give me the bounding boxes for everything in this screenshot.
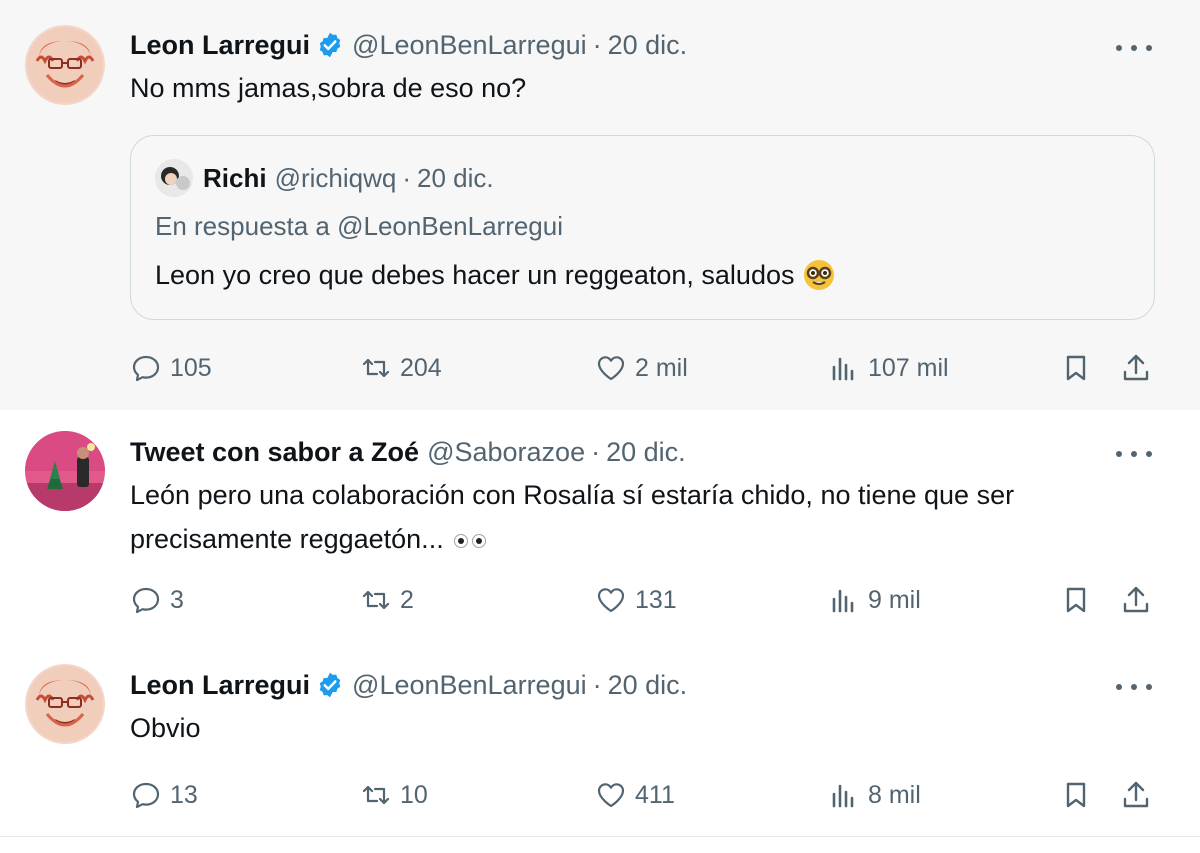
reply-button[interactable]: 105 [130,348,212,388]
separator-dot: · [402,162,412,193]
reply-button[interactable]: 13 [130,775,198,815]
views-button[interactable]: 9 mil [828,580,921,620]
retweet-icon [362,358,390,378]
separator-dot: · [592,670,602,700]
nerd-face-emoji-icon [802,258,836,292]
divider [0,836,1200,837]
like-count: 411 [635,780,675,809]
retweet-icon [362,785,390,805]
tweet-header: Leon Larregui @LeonBenLarregui · 20 dic. [130,668,1140,702]
heart-icon [597,783,625,808]
quoted-author-handle[interactable]: @richiqwq [275,163,397,194]
share-button[interactable] [1120,348,1152,388]
quoted-tweet-text-row: Leon yo creo que debes hacer un reggeato… [155,258,836,292]
author-handle[interactable]: @LeonBenLarregui [352,668,587,702]
like-count: 2 mil [635,353,688,382]
retweet-icon [362,590,390,610]
tweet[interactable]: Leon Larregui @LeonBenLarregui · 20 dic.… [0,638,1200,838]
author-handle[interactable]: @Saborazoe [427,435,585,469]
views-button[interactable]: 8 mil [828,775,921,815]
author-name[interactable]: Tweet con sabor a Zoé [130,435,419,469]
like-button[interactable]: 2 mil [595,348,688,388]
quoted-tweet-text: Leon yo creo que debes hacer un reggeato… [155,259,795,290]
tweet-text-line: precisamente reggaetón... [130,524,444,554]
share-button[interactable] [1120,775,1152,815]
bookmark-icon [1066,355,1086,381]
tweet-text-line: León pero una colaboración con Rosalía s… [130,480,1015,510]
view-count: 8 mil [868,780,921,809]
tweet-text: León pero una colaboración con Rosalía s… [130,473,1140,561]
bookmark-button[interactable] [1060,580,1092,620]
quoted-tweet[interactable]: Richi @richiqwq · 20 dic. En respuesta a… [130,135,1155,320]
more-options-button[interactable] [1116,444,1152,464]
avatar[interactable] [25,664,105,744]
tweet[interactable]: Tweet con sabor a Zoé @Saborazoe · 20 di… [0,410,1200,638]
verified-badge-icon [316,671,344,699]
reply-button[interactable]: 3 [130,580,184,620]
bookmark-button[interactable] [1060,348,1092,388]
author-name[interactable]: Leon Larregui [130,28,310,62]
share-icon [1123,354,1149,381]
tweet-date[interactable]: 20 dic. [608,28,688,62]
separator-dot: · [592,30,602,60]
view-count: 107 mil [868,353,949,382]
bookmark-icon [1066,782,1086,808]
tweet-actions: 105 204 2 mil 107 mil [130,348,1160,388]
tweet-thread: Leon Larregui @LeonBenLarregui · 20 dic.… [0,0,1200,853]
reply-icon [132,782,160,809]
like-button[interactable]: 131 [595,580,677,620]
views-bar-chart-icon [832,784,854,808]
reply-icon [132,355,160,382]
views-button[interactable]: 107 mil [828,348,949,388]
bookmark-icon [1066,587,1086,613]
more-options-button[interactable] [1116,677,1152,697]
author-name[interactable]: Leon Larregui [130,668,310,702]
like-button[interactable]: 411 [595,775,675,815]
tweet-header: Leon Larregui @LeonBenLarregui · 20 dic. [130,28,1140,62]
eyes-emoji-icon [453,533,486,548]
tweet-actions: 13 10 411 8 mil [130,775,1160,815]
share-icon [1123,586,1149,613]
tweet-text: Obvio [130,713,201,743]
retweet-button[interactable]: 10 [360,775,428,815]
reply-context[interactable]: En respuesta a @LeonBenLarregui [155,211,563,242]
reply-count: 3 [170,585,184,614]
tweet-text-line-row: precisamente reggaetón... [130,517,1140,561]
views-bar-chart-icon [832,589,854,613]
heart-icon [597,588,625,613]
quoted-author-name[interactable]: Richi [203,163,267,194]
quoted-tweet-date: 20 dic. [417,162,494,193]
reply-count: 13 [170,780,198,809]
author-handle[interactable]: @LeonBenLarregui [352,28,587,62]
avatar[interactable] [25,431,105,511]
tweet-date[interactable]: 20 dic. [606,435,686,469]
bookmark-button[interactable] [1060,775,1092,815]
share-icon [1123,781,1149,808]
reply-count: 105 [170,353,212,382]
retweet-button[interactable]: 2 [360,580,414,620]
quoted-avatar [155,159,193,197]
share-button[interactable] [1120,580,1152,620]
tweet-actions: 3 2 131 9 mil [130,580,1160,620]
view-count: 9 mil [868,585,921,614]
tweet-header: Tweet con sabor a Zoé @Saborazoe · 20 di… [130,435,1140,469]
separator-dot: · [591,437,601,467]
verified-badge-icon [316,31,344,59]
tweet[interactable]: Leon Larregui @LeonBenLarregui · 20 dic.… [0,0,1200,410]
more-options-button[interactable] [1116,38,1152,58]
like-count: 131 [635,585,677,614]
retweet-count: 2 [400,585,414,614]
avatar[interactable] [25,25,105,105]
tweet-date[interactable]: 20 dic. [608,668,688,702]
retweet-button[interactable]: 204 [360,348,442,388]
retweet-count: 10 [400,780,428,809]
views-bar-chart-icon [832,357,854,381]
quoted-tweet-header: Richi @richiqwq · 20 dic. [155,159,494,197]
heart-icon [597,356,625,381]
reply-icon [132,587,160,614]
retweet-count: 204 [400,353,442,382]
tweet-text: No mms jamas,sobra de eso no? [130,73,527,103]
